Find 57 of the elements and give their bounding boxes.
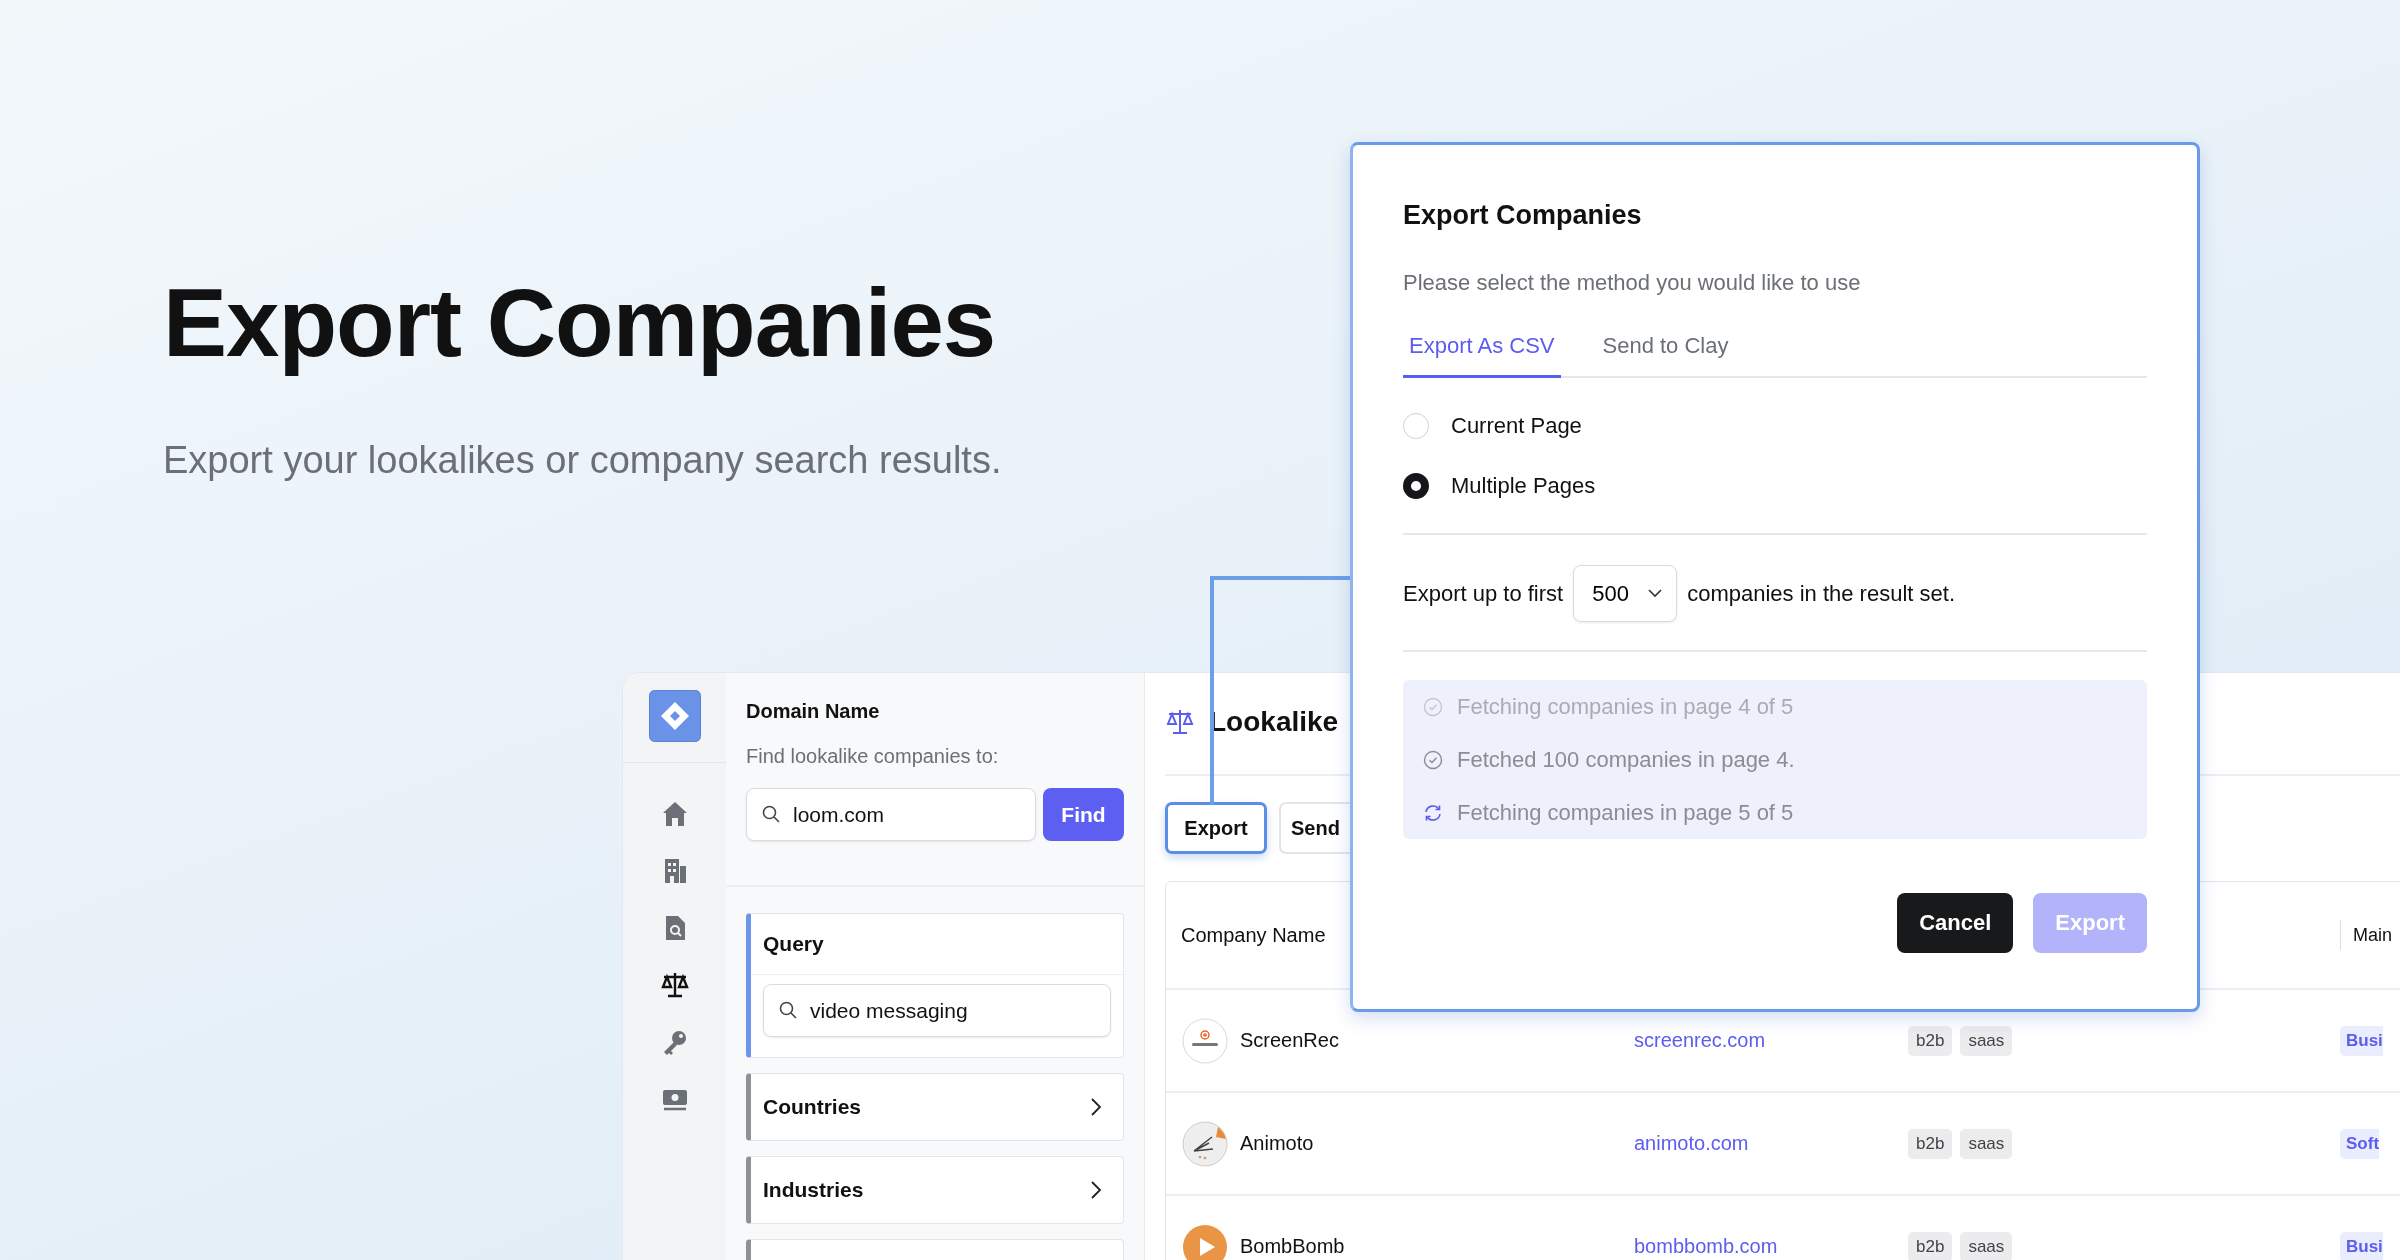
chevron-icon (1089, 1180, 1103, 1200)
domain-search-field[interactable]: loom.com (746, 788, 1036, 841)
cancel-button[interactable]: Cancel (1897, 893, 2014, 953)
chevron-down-icon (1648, 589, 1663, 598)
check-circle-icon (1423, 749, 1443, 770)
find-button[interactable]: Find (1043, 788, 1124, 841)
toolbar-button[interactable]: Export (1165, 802, 1267, 854)
radio-button[interactable] (1403, 473, 1429, 499)
tag: b2b (1908, 1128, 1953, 1159)
option-label: Multiple Pages (1451, 473, 1596, 499)
query-field[interactable]: video messaging (763, 984, 1111, 1037)
column-header: Company Name (1180, 923, 1327, 947)
tab[interactable]: Export As CSV (1403, 321, 1561, 378)
tag: saas (1960, 1231, 2013, 1260)
check-circle-icon (1423, 696, 1443, 717)
filter-title: Countries (763, 1095, 861, 1119)
hero-subtitle: Export your lookalikes or company search results. (163, 438, 1002, 482)
company-name: Animoto (1240, 1132, 1314, 1155)
hero-title: Export Companies (163, 268, 996, 378)
field-label: Find lookalike companies to: (746, 744, 1000, 768)
filter-card[interactable]: Query video messaging (746, 913, 1124, 1058)
scale-icon[interactable] (659, 970, 690, 1000)
app-logo-icon[interactable] (648, 690, 701, 742)
category-tag: Busi (2340, 1231, 2383, 1260)
option-label: Current Page (1451, 413, 1582, 439)
search-icon (778, 1000, 798, 1020)
company-name: ScreenRec (1240, 1029, 1339, 1052)
limit-label: Export up to first (1403, 580, 1564, 607)
filter-card[interactable]: Countries (746, 1073, 1124, 1141)
filter-title: Query (763, 932, 824, 956)
tag: saas (1960, 1128, 2013, 1159)
logo-icon (1182, 1017, 1228, 1064)
category-tag: Soft (2340, 1128, 2380, 1159)
column-header: Main (2340, 920, 2400, 950)
refresh-icon (1423, 802, 1443, 823)
domain-link[interactable]: animoto.com (1634, 1132, 1908, 1155)
filter-card[interactable]: Industries (746, 1156, 1124, 1224)
progress-step: Fetching companies in page 5 of 5 (1457, 799, 1794, 826)
tag: b2b (1908, 1231, 1953, 1260)
dialog-subtitle: Please select the method you would like to use (1403, 271, 1862, 295)
filter-title: Industries (763, 1178, 864, 1202)
tag: b2b (1908, 1025, 1953, 1056)
category-tag: Busi (2340, 1025, 2383, 1056)
section-title: Domain Name (746, 699, 881, 723)
search-icon (761, 804, 781, 824)
domain-link[interactable]: bombbomb.com (1634, 1235, 1908, 1258)
chevron-icon (1089, 1097, 1103, 1117)
logo-icon (1182, 1120, 1228, 1167)
progress-step: Fetching companies in page 4 of 5 (1457, 693, 1794, 720)
tab[interactable]: Send to Clay (1596, 321, 1735, 378)
domain-link[interactable]: screenrec.com (1634, 1029, 1908, 1052)
tag: saas (1960, 1025, 2013, 1056)
limit-label: companies in the result set. (1687, 580, 1955, 607)
count-dropdown[interactable]: 500 (1573, 565, 1678, 622)
progress-step: Fetched 100 companies in page 4. (1457, 746, 1795, 773)
company-name: BombBomb (1240, 1235, 1345, 1258)
dialog-title: Export Companies (1403, 199, 1643, 231)
